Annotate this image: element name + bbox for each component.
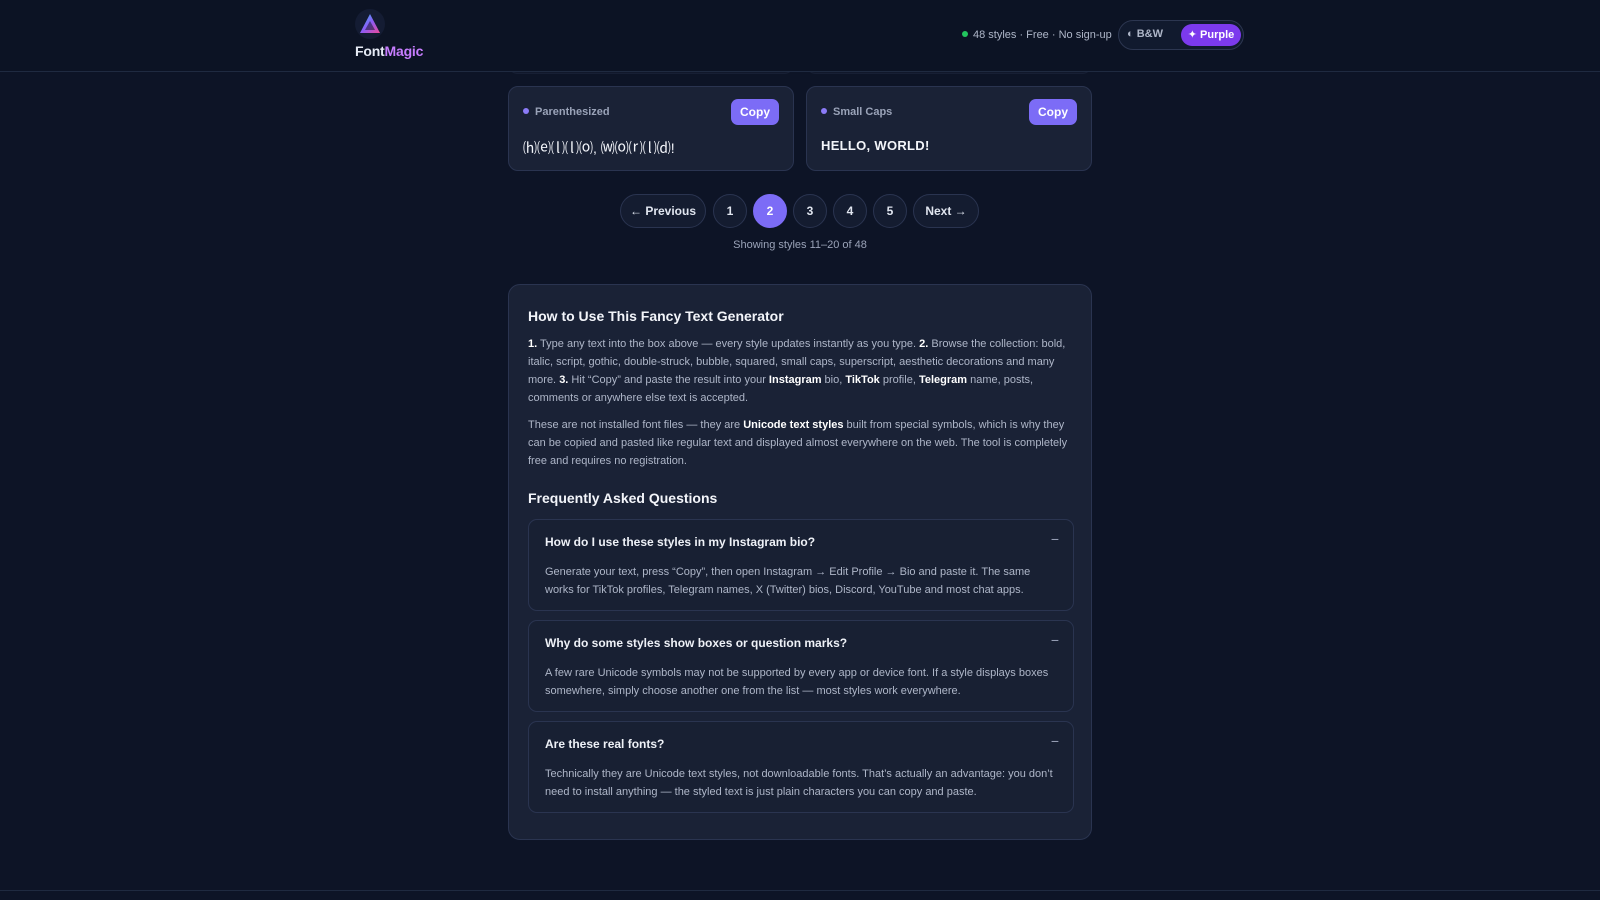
logo-text-font: Font	[355, 43, 385, 59]
style-card-small-caps: Small Caps Copy HELLO, WORLD!	[806, 86, 1092, 171]
collapse-icon[interactable]: −	[1051, 733, 1059, 749]
faq-question[interactable]: Are these real fonts?	[545, 737, 664, 751]
emphasis-text: Instagram	[768, 374, 822, 386]
emphasis-text: TikTok	[845, 374, 880, 386]
pagination-info: Showing styles 11–20 of 48	[733, 239, 867, 251]
faq-title: Frequently Asked Questions	[528, 490, 718, 506]
bullet-dot-icon	[821, 108, 827, 114]
faq-question[interactable]: How do I use these styles in my Instagra…	[545, 535, 815, 549]
theme-toggle: ◐ B&W ✦ Purple	[1118, 20, 1244, 50]
how-to-title: How to Use This Fancy Text Generator	[528, 308, 784, 324]
logo-text-magic: Magic	[384, 43, 424, 59]
style-name: Parenthesized	[535, 106, 610, 118]
faq-answer: A few rare Unicode symbols may not be su…	[545, 667, 1049, 697]
style-output: ⒣⒠⒧⒧⒪, ⒲⒪⒭⒧⒟!	[523, 140, 675, 156]
footer-divider	[0, 890, 1600, 891]
faq-item[interactable]: How do I use these styles in my Instagra…	[528, 519, 1074, 611]
pagination-page-1[interactable]: 1	[713, 194, 747, 228]
pagination-page-2[interactable]: 2	[753, 194, 787, 228]
copy-button[interactable]: Copy	[731, 99, 779, 125]
status-dot-icon	[962, 31, 968, 37]
theme-bw-button[interactable]: ◐ B&W	[1127, 28, 1163, 40]
logo-text: FontMagic	[355, 43, 423, 59]
faq-item[interactable]: Why do some styles show boxes or questio…	[528, 620, 1074, 712]
emphasis-text: 2.	[919, 338, 929, 350]
pagination-page-3[interactable]: 3	[793, 194, 827, 228]
faq-item[interactable]: Are these real fonts? − Technically they…	[528, 721, 1074, 813]
collapse-icon[interactable]: −	[1051, 531, 1059, 547]
collapse-icon[interactable]: −	[1051, 632, 1059, 648]
theme-purple-button[interactable]: ✦ Purple	[1181, 24, 1241, 46]
emphasis-text: Telegram	[918, 374, 968, 386]
copy-button[interactable]: Copy	[1029, 99, 1077, 125]
style-card-label: Small Caps	[821, 106, 892, 118]
site-header: FontMagic 48 styles · Free · No sign-up …	[0, 0, 1600, 72]
how-to-panel: How to Use This Fancy Text Generator 1. …	[508, 284, 1092, 840]
stats-badge: 48 styles · Free · No sign-up	[962, 29, 1112, 41]
pagination-page-5[interactable]: 5	[873, 194, 907, 228]
bullet-dot-icon	[523, 108, 529, 114]
paragraph-text: profile,	[879, 374, 919, 386]
pagination-next-button[interactable]: Next →	[913, 194, 979, 228]
paragraph-text: These are not installed font files — the…	[528, 419, 744, 431]
how-to-paragraph-steps: 1. Type any text into the box above — ev…	[528, 335, 1074, 407]
paragraph-text: Hit “Copy” and paste the result into you…	[568, 374, 769, 386]
paragraph-text: Type any text into the box above — every…	[537, 338, 920, 350]
triangle-logo-icon	[355, 9, 385, 39]
faq-question[interactable]: Why do some styles show boxes or questio…	[545, 636, 847, 650]
how-to-paragraph-unicode: These are not installed font files — the…	[528, 416, 1074, 470]
logo[interactable]: FontMagic	[355, 9, 435, 61]
style-name: Small Caps	[833, 106, 893, 118]
pagination-previous-button[interactable]: ← Previous	[620, 194, 706, 228]
faq-answer: Technically they are Unicode text styles…	[545, 768, 1053, 798]
style-card-label: Parenthesized	[523, 106, 610, 118]
emphasis-text: 1.	[528, 338, 538, 350]
style-output: HELLO, WORLD!	[821, 138, 930, 153]
pagination-page-4[interactable]: 4	[833, 194, 867, 228]
emphasis-text: Unicode text styles	[743, 419, 844, 431]
faq-answer: Generate your text, press “Copy”, then o…	[545, 566, 1031, 596]
style-card-parenthesized: Parenthesized Copy ⒣⒠⒧⒧⒪, ⒲⒪⒭⒧⒟!	[508, 86, 794, 171]
stats-text: 48 styles · Free · No sign-up	[973, 29, 1112, 41]
emphasis-text: 3.	[559, 374, 569, 386]
paragraph-text: bio,	[821, 374, 846, 386]
